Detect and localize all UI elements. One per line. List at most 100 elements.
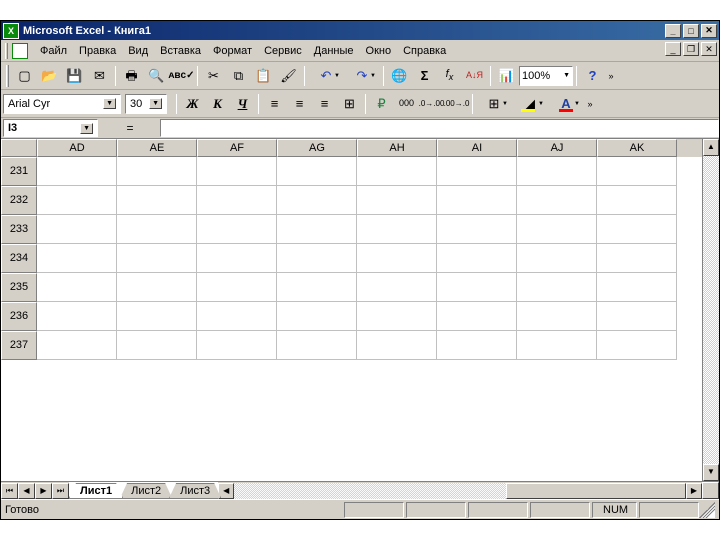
- borders-button[interactable]: ⊞: [477, 93, 511, 115]
- cell[interactable]: [197, 273, 277, 302]
- row-header[interactable]: 236: [1, 302, 37, 331]
- align-center-button[interactable]: ≡: [288, 93, 311, 115]
- maximize-button[interactable]: □: [683, 24, 699, 38]
- mdi-close-button[interactable]: ✕: [701, 42, 717, 56]
- cell[interactable]: [517, 273, 597, 302]
- cell[interactable]: [357, 186, 437, 215]
- scroll-up-button[interactable]: ▲: [703, 139, 719, 156]
- resize-grip[interactable]: [699, 502, 715, 518]
- print-preview-button[interactable]: 🔍: [145, 65, 168, 87]
- cell[interactable]: [197, 331, 277, 360]
- horizontal-scrollbar[interactable]: ◀ ▶: [218, 483, 702, 499]
- cell[interactable]: [437, 215, 517, 244]
- tab-nav-last[interactable]: ⏭: [52, 483, 69, 499]
- hyperlink-button[interactable]: 🌐: [388, 65, 411, 87]
- cell[interactable]: [597, 215, 677, 244]
- cell[interactable]: [37, 273, 117, 302]
- cell[interactable]: [597, 157, 677, 186]
- increase-decimal-button[interactable]: .0→.00: [420, 93, 443, 115]
- cell[interactable]: [197, 215, 277, 244]
- zoom-combobox[interactable]: 100%▼: [519, 66, 573, 86]
- row-header[interactable]: 235: [1, 273, 37, 302]
- spellcheck-button[interactable]: ᴀʙᴄ✓: [170, 65, 193, 87]
- toolbar-handle[interactable]: [5, 43, 8, 59]
- column-header[interactable]: AJ: [517, 139, 597, 157]
- toolbar-overflow-button[interactable]: »: [605, 71, 617, 81]
- scroll-track[interactable]: [703, 156, 719, 464]
- column-header[interactable]: AE: [117, 139, 197, 157]
- comma-style-button[interactable]: 000: [395, 93, 418, 115]
- copy-button[interactable]: ⧉: [227, 65, 250, 87]
- cell[interactable]: [37, 244, 117, 273]
- format-painter-button[interactable]: 🖌: [277, 65, 300, 87]
- cell[interactable]: [117, 244, 197, 273]
- redo-button[interactable]: ↷: [345, 65, 379, 87]
- cell[interactable]: [277, 273, 357, 302]
- fx-button[interactable]: =: [100, 121, 160, 135]
- fill-color-button[interactable]: ◢: [513, 93, 547, 115]
- row-header[interactable]: 231: [1, 157, 37, 186]
- formula-input[interactable]: [160, 119, 719, 137]
- cell[interactable]: [437, 157, 517, 186]
- menu-window[interactable]: Окно: [360, 43, 398, 59]
- column-header[interactable]: AK: [597, 139, 677, 157]
- cut-button[interactable]: ✂: [202, 65, 225, 87]
- cell[interactable]: [597, 186, 677, 215]
- close-button[interactable]: ✕: [701, 24, 717, 38]
- column-header[interactable]: AG: [277, 139, 357, 157]
- menu-data[interactable]: Данные: [308, 43, 360, 59]
- cell[interactable]: [517, 186, 597, 215]
- email-button[interactable]: ✉: [88, 65, 111, 87]
- cell[interactable]: [197, 244, 277, 273]
- menu-insert[interactable]: Вставка: [154, 43, 207, 59]
- mdi-restore-button[interactable]: ❐: [683, 42, 699, 56]
- cell[interactable]: [357, 331, 437, 360]
- merge-center-button[interactable]: ⊞: [338, 93, 361, 115]
- row-header[interactable]: 237: [1, 331, 37, 360]
- cell[interactable]: [597, 273, 677, 302]
- scroll-down-button[interactable]: ▼: [703, 464, 719, 481]
- cell[interactable]: [277, 186, 357, 215]
- cell[interactable]: [37, 302, 117, 331]
- cell[interactable]: [437, 244, 517, 273]
- row-header[interactable]: 232: [1, 186, 37, 215]
- cell[interactable]: [117, 157, 197, 186]
- cell[interactable]: [517, 215, 597, 244]
- scroll-thumb[interactable]: [506, 483, 686, 499]
- cell[interactable]: [517, 157, 597, 186]
- cell[interactable]: [357, 244, 437, 273]
- tab-nav-next[interactable]: ▶: [35, 483, 52, 499]
- cell[interactable]: [117, 302, 197, 331]
- font-size-combobox[interactable]: 30▼: [125, 94, 167, 114]
- cell[interactable]: [517, 331, 597, 360]
- bold-button[interactable]: Ж: [181, 93, 204, 115]
- cell[interactable]: [597, 331, 677, 360]
- font-name-combobox[interactable]: Arial Cyr▼: [3, 94, 121, 114]
- minimize-button[interactable]: _: [665, 24, 681, 38]
- scroll-left-button[interactable]: ◀: [218, 483, 234, 499]
- new-button[interactable]: ▢: [13, 65, 36, 87]
- cell[interactable]: [117, 273, 197, 302]
- column-header[interactable]: AH: [357, 139, 437, 157]
- tab-nav-prev[interactable]: ◀: [18, 483, 35, 499]
- cell[interactable]: [357, 157, 437, 186]
- vertical-scrollbar[interactable]: ▲ ▼: [702, 139, 719, 481]
- cell[interactable]: [117, 331, 197, 360]
- function-button[interactable]: fx: [438, 65, 461, 87]
- column-header[interactable]: AI: [437, 139, 517, 157]
- cell[interactable]: [437, 331, 517, 360]
- menu-edit[interactable]: Правка: [73, 43, 122, 59]
- cell[interactable]: [277, 215, 357, 244]
- sheet-tab[interactable]: Лист3: [169, 483, 221, 498]
- cell[interactable]: [437, 302, 517, 331]
- row-header[interactable]: 234: [1, 244, 37, 273]
- currency-button[interactable]: ₽: [370, 93, 393, 115]
- cell[interactable]: [197, 157, 277, 186]
- cell[interactable]: [277, 331, 357, 360]
- mdi-minimize-button[interactable]: _: [665, 42, 681, 56]
- decrease-decimal-button[interactable]: .00→.0: [445, 93, 468, 115]
- select-all-corner[interactable]: [1, 139, 37, 157]
- chart-button[interactable]: 📊: [495, 65, 518, 87]
- cell[interactable]: [517, 244, 597, 273]
- cell[interactable]: [277, 302, 357, 331]
